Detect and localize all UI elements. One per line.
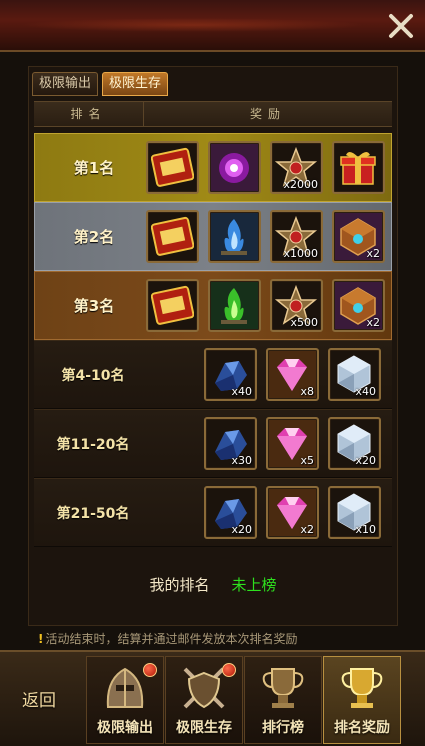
reward-quantity: x2 xyxy=(300,523,314,536)
rank-label: 第4-10名 xyxy=(61,367,125,384)
header-rank: 排名 xyxy=(34,102,144,126)
reward-quantity: x30 xyxy=(231,454,252,467)
reward-quantity: x5 xyxy=(300,454,314,467)
reward-row: 第3名 x500 x2 xyxy=(34,271,392,340)
reward-item-slot[interactable]: x20 xyxy=(328,417,381,470)
nav-label: 排名奖励 xyxy=(334,720,390,736)
rank-label: 第2名 xyxy=(73,228,115,246)
nav-button[interactable]: 极限输出 xyxy=(86,656,164,744)
reward-row: 第21-50名 x20 x2 x10 xyxy=(34,478,392,547)
reward-item-slot[interactable]: x500 xyxy=(270,279,323,332)
mode-tabs: 极限输出 极限生存 xyxy=(32,72,169,98)
close-icon xyxy=(389,14,413,38)
rank-label: 第11-20名 xyxy=(56,436,130,453)
reward-item-slot[interactable]: x2 xyxy=(266,486,319,539)
table-header: 排名 奖励 xyxy=(34,101,392,127)
reward-item-slot[interactable] xyxy=(146,210,199,263)
reward-quantity: x40 xyxy=(231,385,252,398)
nav-button[interactable]: 排名奖励 xyxy=(323,656,401,744)
settlement-notice: ! 活动结束时，结算并通过邮件发放本次排名奖励 xyxy=(38,630,298,647)
reward-item-slot[interactable]: x8 xyxy=(266,348,319,401)
reward-quantity: x500 xyxy=(290,316,318,329)
blue-flame-icon xyxy=(221,219,247,255)
reward-item-slot[interactable]: x1000 xyxy=(270,210,323,263)
reward-quantity: x20 xyxy=(355,454,376,467)
tab-extreme-output[interactable]: 极限输出 xyxy=(32,72,99,96)
reward-row: 第11-20名 x30 x5 x20 xyxy=(34,409,392,478)
title-badge-icon xyxy=(151,147,194,187)
reward-item-slot[interactable]: x30 xyxy=(204,417,257,470)
close-button[interactable] xyxy=(385,10,417,42)
notice-text: 活动结束时，结算并通过邮件发放本次排名奖励 xyxy=(45,632,298,646)
reward-quantity: x2 xyxy=(366,247,380,260)
reward-item-slot[interactable] xyxy=(332,141,385,194)
reward-item-slot[interactable] xyxy=(146,279,199,332)
bottom-nav: 返回 极限输出 极限生存 排行榜 排名奖励 xyxy=(0,650,425,746)
reward-item-slot[interactable] xyxy=(208,141,261,194)
reward-slots: x30 x5 x20 xyxy=(204,417,381,470)
my-rank-label: 我的排名 xyxy=(149,576,210,594)
reward-item-slot[interactable] xyxy=(208,210,261,263)
reward-item-slot[interactable]: x10 xyxy=(328,486,381,539)
reward-quantity: x1000 xyxy=(283,247,318,260)
back-button[interactable]: 返回 xyxy=(16,674,76,722)
nav-label: 排行榜 xyxy=(262,720,304,736)
reward-slots: x20 x2 x10 xyxy=(204,486,381,539)
nav-button[interactable]: 排行榜 xyxy=(244,656,322,744)
reward-item-slot[interactable]: x20 xyxy=(204,486,257,539)
reward-quantity: x8 xyxy=(300,385,314,398)
header-reward: 奖励 xyxy=(249,107,286,121)
reward-item-slot[interactable]: x40 xyxy=(328,348,381,401)
rank-label: 第21-50名 xyxy=(56,505,130,522)
back-label: 返回 xyxy=(22,691,56,711)
title-badge-icon xyxy=(151,285,194,325)
nav-button[interactable]: 极限生存 xyxy=(165,656,243,744)
purple-orb-icon xyxy=(219,153,249,183)
title-badge-icon xyxy=(151,216,194,256)
reward-row: 第4-10名 x40 x8 x40 xyxy=(34,340,392,409)
reward-quantity: x2000 xyxy=(283,178,318,191)
reward-table: 第1名 x2000 第2名 x1000 x2 第3名 x500 x2 第4-10名 x40 x8 x4… xyxy=(34,133,392,547)
reward-quantity: x40 xyxy=(355,385,376,398)
reward-quantity: x20 xyxy=(231,523,252,536)
reward-slots: x2000 xyxy=(146,141,385,194)
reward-row: 第2名 x1000 x2 xyxy=(34,202,392,271)
exclamation-icon: ! xyxy=(38,632,44,646)
reward-item-slot[interactable]: x2000 xyxy=(270,141,323,194)
rank-label: 第1名 xyxy=(73,159,115,177)
reward-slots: x500 x2 xyxy=(146,279,385,332)
reward-item-slot[interactable] xyxy=(208,279,261,332)
gold-trophy-icon xyxy=(341,668,383,708)
reward-item-slot[interactable]: x5 xyxy=(266,417,319,470)
notification-badge xyxy=(143,663,157,677)
green-flame-icon xyxy=(221,288,247,324)
notification-badge xyxy=(222,663,236,677)
nav-label: 极限生存 xyxy=(176,720,232,736)
reward-item-slot[interactable]: x2 xyxy=(332,210,385,263)
reward-slots: x40 x8 x40 xyxy=(204,348,381,401)
reward-row: 第1名 x2000 xyxy=(34,133,392,202)
my-rank: 我的排名 未上榜 xyxy=(34,546,392,624)
reward-quantity: x10 xyxy=(355,523,376,536)
tab-extreme-survival[interactable]: 极限生存 xyxy=(102,72,169,96)
rank-label: 第3名 xyxy=(73,297,115,315)
reward-item-slot[interactable] xyxy=(146,141,199,194)
trophy-cup-icon xyxy=(262,668,304,708)
gift-box-icon xyxy=(340,151,376,185)
title-bar xyxy=(0,0,425,52)
reward-item-slot[interactable]: x40 xyxy=(204,348,257,401)
nav-label: 极限输出 xyxy=(97,720,153,736)
my-rank-value: 未上榜 xyxy=(231,576,277,594)
reward-item-slot[interactable]: x2 xyxy=(332,279,385,332)
reward-slots: x1000 x2 xyxy=(146,210,385,263)
reward-quantity: x2 xyxy=(366,316,380,329)
